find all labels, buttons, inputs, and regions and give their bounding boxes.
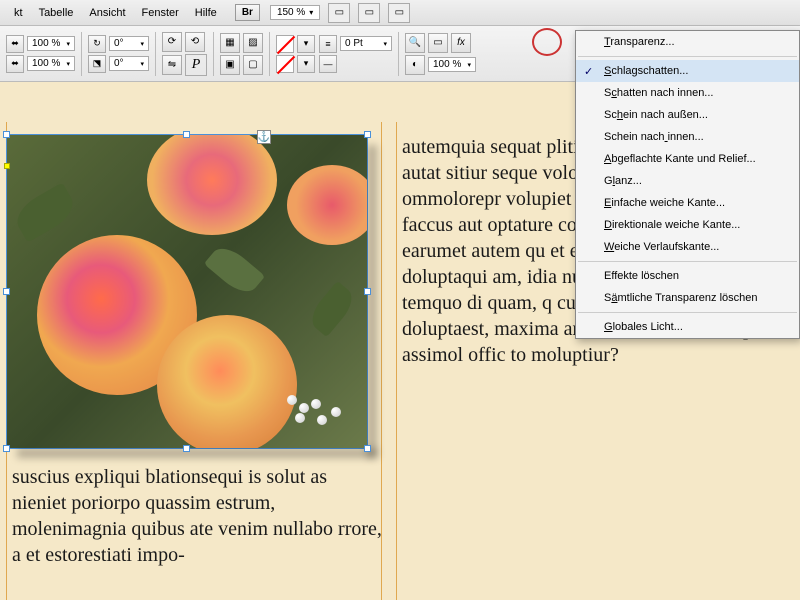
dropdown-icon: ▾: [66, 60, 70, 68]
separator: [269, 32, 270, 76]
live-corner-handle[interactable]: [4, 163, 10, 169]
opacity-icon: ◐: [405, 55, 425, 75]
separator: [81, 32, 82, 76]
menu-separator: [578, 312, 797, 313]
menu-item[interactable]: Globales Licht...: [576, 316, 799, 338]
roses-image: [7, 135, 367, 448]
stroke-weight-input[interactable]: 0 Pt▾: [340, 36, 392, 51]
resize-handle[interactable]: [3, 131, 10, 138]
dropdown-icon: ▾: [140, 40, 144, 48]
paragraph-styles-icon[interactable]: P: [185, 54, 207, 76]
anchor-icon[interactable]: ⚓: [257, 130, 271, 144]
scale-y-input[interactable]: 100 %▾: [27, 56, 75, 71]
separator: [213, 32, 214, 76]
menu-item[interactable]: Abgeflachte Kante und Relief...: [576, 148, 799, 170]
flip-h-icon[interactable]: ⇋: [162, 55, 182, 75]
menu-fenster[interactable]: Fenster: [134, 3, 187, 23]
fill-swatch[interactable]: [276, 35, 294, 53]
menu-item[interactable]: Sämtliche Transparenz löschen: [576, 287, 799, 309]
separator: [155, 32, 156, 76]
dropdown-icon: ▾: [66, 40, 70, 48]
zoom-icon[interactable]: 🔍: [405, 33, 425, 53]
resize-handle[interactable]: [364, 288, 371, 295]
menu-item[interactable]: Schein nach außen...: [576, 104, 799, 126]
link-icon[interactable]: ⬌: [6, 35, 24, 53]
dropdown-icon[interactable]: ▾: [297, 55, 315, 73]
menu-item[interactable]: Weiche Verlaufskante...: [576, 236, 799, 258]
select-content-icon[interactable]: ▨: [243, 33, 263, 53]
link-icon[interactable]: ⬌: [6, 55, 24, 73]
dropdown-icon: ▾: [309, 8, 313, 17]
menu-separator: [578, 56, 797, 57]
menu-tabelle[interactable]: Tabelle: [31, 3, 82, 23]
rotate-cw-icon[interactable]: ⟳: [162, 32, 182, 52]
menu-ansicht[interactable]: Ansicht: [81, 3, 133, 23]
rotate-ccw-icon[interactable]: ⟲: [185, 32, 205, 52]
drop-shadow: [17, 448, 377, 458]
resize-handle[interactable]: [3, 445, 10, 452]
zoom-level[interactable]: 150 % ▾: [270, 5, 320, 20]
menu-item[interactable]: Effekte löschen: [576, 265, 799, 287]
menu-item[interactable]: Direktionale weiche Kante...: [576, 214, 799, 236]
bridge-button[interactable]: Br: [235, 4, 260, 21]
fit-frame-icon[interactable]: ▣: [220, 55, 240, 75]
resize-handle[interactable]: [364, 445, 371, 452]
menu-hilfe[interactable]: Hilfe: [187, 3, 225, 23]
menu-objekt[interactable]: kt: [6, 3, 31, 23]
effects-context-menu: Transparenz... ✓Schlagschatten...Schatten…: [575, 30, 800, 339]
rotate-icon[interactable]: ↻: [88, 35, 106, 53]
resize-handle[interactable]: [183, 131, 190, 138]
select-container-icon[interactable]: ▦: [220, 33, 240, 53]
dropdown-icon: ▾: [140, 60, 144, 68]
screen-icon[interactable]: ▭: [428, 33, 448, 53]
opacity-input[interactable]: 100 %▾: [428, 57, 476, 72]
separator: [398, 32, 399, 76]
menu-separator: [578, 261, 797, 262]
drop-shadow: [367, 145, 377, 458]
body-text-col1: suscius expliqui blationsequi is solut a…: [12, 464, 382, 568]
fx-button[interactable]: fx: [451, 33, 471, 53]
arrange-icon[interactable]: ▭: [388, 3, 410, 23]
resize-handle[interactable]: [3, 288, 10, 295]
resize-handle[interactable]: [183, 445, 190, 452]
zoom-value: 150 %: [277, 7, 305, 18]
menubar: kt Tabelle Ansicht Fenster Hilfe Br 150 …: [0, 0, 800, 26]
stroke-style-icon[interactable]: —: [319, 55, 337, 73]
view-options-icon[interactable]: ▭: [328, 3, 350, 23]
shear-input[interactable]: 0°▾: [109, 56, 149, 71]
menu-item[interactable]: Transparenz...: [576, 31, 799, 53]
resize-handle[interactable]: [364, 131, 371, 138]
column-guide: [396, 122, 397, 600]
selected-image-frame[interactable]: ⚓: [6, 134, 368, 449]
menu-item[interactable]: Einfache weiche Kante...: [576, 192, 799, 214]
menu-item[interactable]: Schatten nach innen...: [576, 82, 799, 104]
check-icon: ✓: [584, 65, 593, 78]
dropdown-icon: ▾: [383, 40, 387, 48]
stroke-weight-icon: ≡: [319, 35, 337, 53]
dropdown-icon: ▾: [467, 61, 471, 69]
rotation-input[interactable]: 0°▾: [109, 36, 149, 51]
menu-item[interactable]: ✓Schlagschatten...: [576, 60, 799, 82]
fit-content-icon[interactable]: ▢: [243, 55, 263, 75]
dropdown-icon[interactable]: ▾: [297, 35, 315, 53]
screen-mode-icon[interactable]: ▭: [358, 3, 380, 23]
scale-x-input[interactable]: 100 %▾: [27, 36, 75, 51]
highlight-circle: [532, 28, 562, 56]
shear-icon[interactable]: ⬔: [88, 55, 106, 73]
stroke-swatch[interactable]: [276, 55, 294, 73]
menu-item[interactable]: Glanz...: [576, 170, 799, 192]
menu-item[interactable]: Schein nach innen...: [576, 126, 799, 148]
